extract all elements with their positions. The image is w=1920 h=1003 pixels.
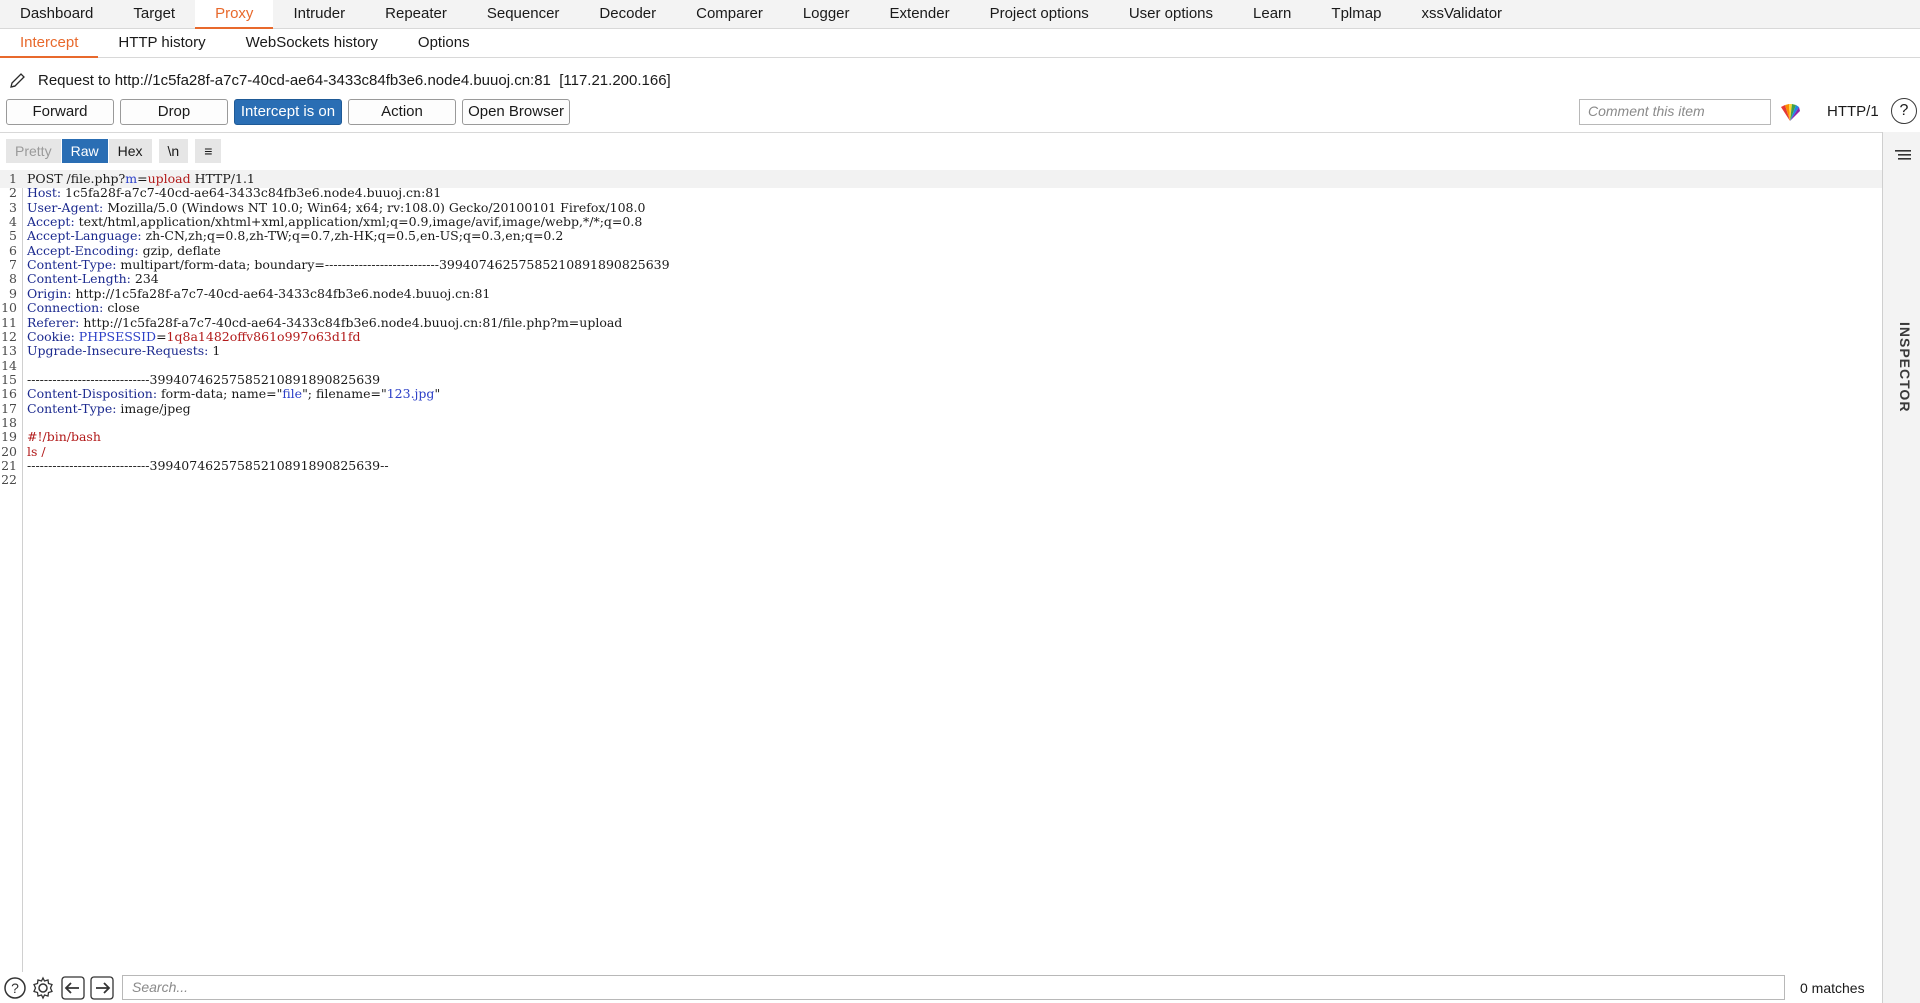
subtab-http-history[interactable]: HTTP history — [98, 29, 225, 58]
svg-text:?: ? — [11, 980, 19, 996]
intercept-toolbar: Forward Drop Intercept is on Action Open… — [6, 99, 576, 125]
intercept-toggle-button[interactable]: Intercept is on — [234, 99, 342, 125]
subtab-options[interactable]: Options — [398, 29, 490, 58]
match-count: 0 matches — [1800, 980, 1865, 996]
tab-decoder[interactable]: Decoder — [579, 0, 676, 29]
tab-intruder[interactable]: Intruder — [273, 0, 365, 29]
view-raw-button[interactable]: Raw — [61, 139, 109, 163]
highlight-color-icon[interactable] — [1779, 101, 1801, 123]
tab-xssvalidator[interactable]: xssValidator — [1401, 0, 1522, 29]
tab-learn[interactable]: Learn — [1233, 0, 1311, 29]
tab-project-options[interactable]: Project options — [970, 0, 1109, 29]
help-icon[interactable]: ? — [3, 976, 27, 1000]
http-version-label[interactable]: HTTP/1 — [1827, 103, 1879, 120]
editor-view-tabs: Pretty Raw Hex \n ≡ — [6, 139, 223, 163]
drop-button[interactable]: Drop — [120, 99, 228, 125]
inspector-panel[interactable]: INSPECTOR — [1882, 132, 1920, 1003]
open-browser-button[interactable]: Open Browser — [462, 99, 570, 125]
forward-button[interactable]: Forward — [6, 99, 114, 125]
inspector-menu-icon[interactable] — [1895, 148, 1911, 162]
tab-target[interactable]: Target — [113, 0, 195, 29]
search-bar: ? Search... 0 matches — [0, 972, 1882, 1003]
tab-sequencer[interactable]: Sequencer — [467, 0, 580, 29]
proxy-sub-tab-bar: Intercept HTTP history WebSockets history O… — [0, 29, 1920, 58]
tab-dashboard[interactable]: Dashboard — [0, 0, 113, 29]
tab-logger[interactable]: Logger — [783, 0, 870, 29]
previous-match-arrow-icon[interactable] — [61, 976, 85, 1000]
view-pretty-button[interactable]: Pretty — [6, 139, 62, 163]
toolbar-divider — [0, 132, 1882, 133]
pencil-icon — [10, 73, 25, 88]
editor-line[interactable]: 22 — [0, 471, 1882, 489]
subtab-intercept[interactable]: Intercept — [0, 29, 99, 58]
search-input[interactable]: Search... — [122, 975, 1785, 1000]
request-editor[interactable]: 1 POST /file.php?m=upload HTTP/1.1 2 Host: … — [0, 170, 1882, 972]
next-match-arrow-icon[interactable] — [90, 976, 114, 1000]
action-button[interactable]: Action — [348, 99, 456, 125]
request-target-line: Request to http://1c5fa28f-a7c7-40cd-ae6… — [8, 70, 671, 90]
inspector-label[interactable]: INSPECTOR — [1897, 322, 1913, 412]
tab-user-options[interactable]: User options — [1109, 0, 1233, 29]
line-number: 22 — [1, 472, 17, 488]
view-hex-button[interactable]: Hex — [108, 139, 153, 163]
subtab-websockets-history[interactable]: WebSockets history — [226, 29, 398, 58]
editor-menu-button[interactable]: ≡ — [195, 139, 223, 163]
help-icon[interactable]: ? — [1891, 98, 1917, 124]
main-tab-bar: Dashboard Target Proxy Intruder Repeater Sequ… — [0, 0, 1920, 29]
request-target-text: Request to http://1c5fa28f-a7c7-40cd-ae6… — [38, 71, 671, 89]
tab-proxy[interactable]: Proxy — [195, 0, 274, 29]
settings-gear-icon[interactable] — [31, 976, 55, 1000]
comment-input[interactable]: Comment this item — [1579, 99, 1771, 125]
newline-toggle-button[interactable]: \n — [158, 139, 190, 163]
tab-repeater[interactable]: Repeater — [365, 0, 467, 29]
tab-comparer[interactable]: Comparer — [676, 0, 783, 29]
tab-tplmap[interactable]: Tplmap — [1311, 0, 1401, 29]
tab-extender[interactable]: Extender — [870, 0, 970, 29]
